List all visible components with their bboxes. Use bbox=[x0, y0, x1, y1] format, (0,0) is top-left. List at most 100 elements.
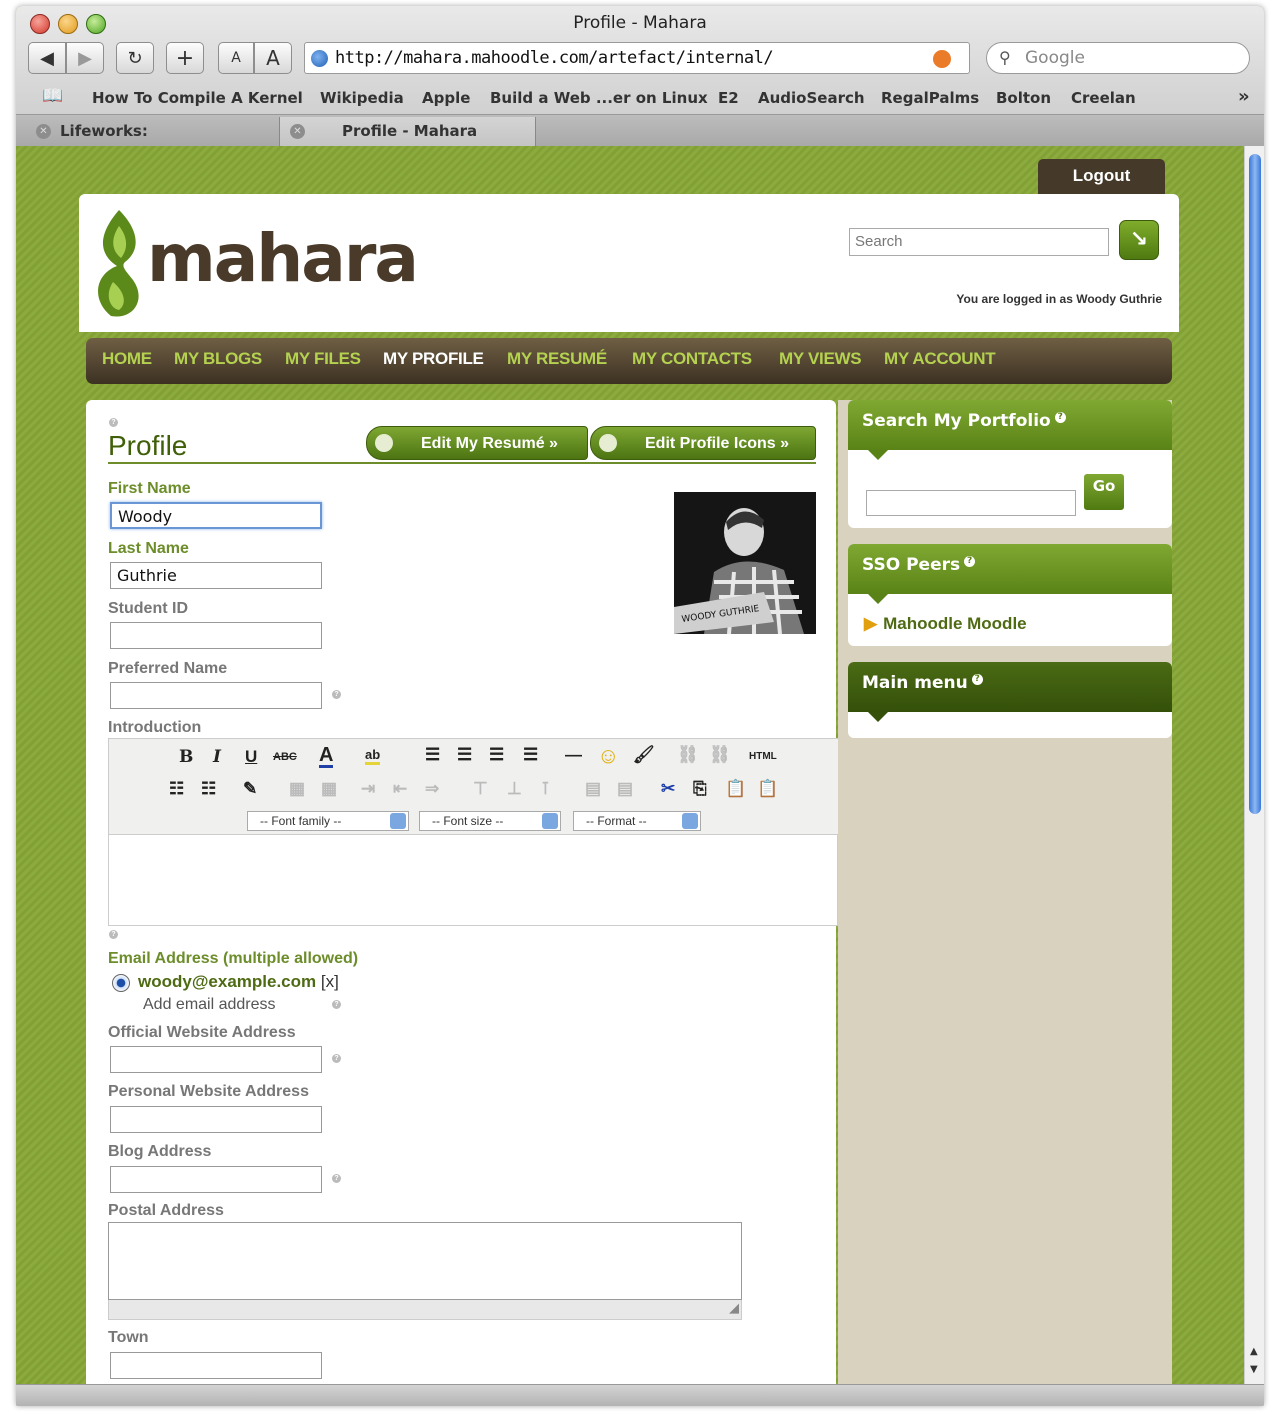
unlink-icon[interactable]: ⛓ bbox=[709, 745, 731, 765]
portfolio-search-go-button[interactable]: Go bbox=[1084, 474, 1124, 510]
textarea-resize-handle[interactable]: ◢ bbox=[108, 1300, 742, 1320]
nav-my-profile[interactable]: MY PROFILE bbox=[383, 349, 484, 369]
bookmarks-overflow-icon[interactable]: » bbox=[1238, 86, 1250, 107]
preferred-name-field[interactable] bbox=[110, 682, 322, 709]
delete-col-icon[interactable]: ⊥ bbox=[507, 779, 522, 799]
align-left-icon[interactable]: ☰ bbox=[425, 745, 440, 765]
close-tab-icon[interactable]: ✕ bbox=[36, 124, 51, 139]
emoticon-icon[interactable]: ☺ bbox=[597, 743, 619, 769]
text-smaller-button[interactable]: A bbox=[218, 42, 254, 74]
mahara-logo[interactable]: mahara bbox=[89, 208, 419, 318]
strikethrough-button[interactable]: ABC bbox=[273, 751, 297, 763]
blog-address-field[interactable] bbox=[110, 1166, 322, 1193]
logout-button[interactable]: Logout bbox=[1038, 159, 1165, 199]
format-select[interactable]: -- Format -- bbox=[573, 811, 701, 831]
highlight-color-icon[interactable]: ab bbox=[365, 747, 381, 765]
help-icon[interactable]: ? bbox=[1054, 412, 1066, 424]
scrollbar-thumb[interactable] bbox=[1249, 154, 1261, 814]
help-icon[interactable]: ? bbox=[971, 674, 983, 686]
bookmark-item[interactable]: RegalPalms bbox=[881, 89, 979, 107]
paste-word-icon[interactable]: 📋 bbox=[757, 779, 778, 799]
personal-website-field[interactable] bbox=[110, 1106, 322, 1133]
font-size-select[interactable]: -- Font size -- bbox=[419, 811, 561, 831]
table-icon[interactable]: ▦ bbox=[289, 779, 305, 799]
horizontal-rule-icon[interactable]: — bbox=[565, 745, 582, 765]
tab-lifeworks[interactable]: ✕ Lifeworks: Administratio... bbox=[16, 117, 280, 168]
reload-button[interactable]: ↻ bbox=[116, 42, 154, 74]
help-icon[interactable]: ? bbox=[332, 1054, 341, 1063]
add-bookmark-button[interactable]: + bbox=[166, 42, 204, 74]
last-name-field[interactable]: Guthrie bbox=[110, 562, 322, 589]
back-button[interactable]: ◀ bbox=[28, 42, 66, 74]
bookmark-item[interactable]: Bolton bbox=[996, 89, 1051, 107]
scroll-up-icon[interactable]: ▲ bbox=[1250, 1346, 1258, 1357]
edit-icon[interactable]: ✎ bbox=[243, 779, 257, 799]
table-insert-icon[interactable]: ▤ bbox=[585, 779, 601, 799]
html-source-button[interactable]: HTML bbox=[749, 751, 777, 762]
tab-profile-mahara[interactable]: ✕ Profile - Mahara bbox=[280, 117, 536, 147]
edit-profile-icons-button[interactable]: Edit Profile Icons » bbox=[590, 426, 816, 460]
site-search-input[interactable]: Search bbox=[849, 228, 1109, 256]
scroll-down-icon[interactable]: ▼ bbox=[1250, 1364, 1258, 1375]
edit-resume-button[interactable]: Edit My Resumé » bbox=[366, 426, 588, 460]
nav-my-account[interactable]: MY ACCOUNT bbox=[884, 349, 996, 369]
bookmark-item[interactable]: Apple bbox=[422, 89, 470, 107]
site-search-submit-button[interactable]: ↘ bbox=[1119, 220, 1159, 260]
help-icon[interactable]: ? bbox=[332, 1000, 341, 1009]
book-icon[interactable]: 📖 bbox=[42, 86, 63, 106]
close-tab-icon[interactable]: ✕ bbox=[290, 124, 305, 139]
nav-my-views[interactable]: MY VIEWS bbox=[779, 349, 862, 369]
add-email-link[interactable]: Add email address bbox=[143, 996, 276, 1014]
rss-icon[interactable] bbox=[933, 50, 951, 68]
sso-peer-item[interactable]: ▶ Mahoodle Moodle bbox=[864, 614, 1027, 634]
bookmark-item[interactable]: Wikipedia bbox=[320, 89, 404, 107]
bookmark-item[interactable]: Build a Web ...er on Linux bbox=[490, 89, 708, 107]
justify-icon[interactable]: ☰ bbox=[523, 745, 538, 765]
help-icon[interactable]: ? bbox=[109, 418, 118, 427]
vertical-scrollbar[interactable]: ▲ ▼ bbox=[1244, 146, 1264, 1384]
student-id-field[interactable] bbox=[110, 622, 322, 649]
align-center-icon[interactable]: ☰ bbox=[457, 745, 472, 765]
bold-button[interactable]: B bbox=[179, 747, 193, 767]
help-icon[interactable]: ? bbox=[964, 556, 976, 568]
table-delete-icon[interactable]: ▤ bbox=[617, 779, 633, 799]
cut-icon[interactable]: ✂ bbox=[661, 779, 675, 799]
italic-button[interactable]: I bbox=[213, 747, 221, 767]
postal-address-field[interactable] bbox=[108, 1222, 742, 1300]
help-icon[interactable]: ? bbox=[332, 690, 341, 699]
bookmark-item[interactable]: How To Compile A Kernel bbox=[92, 89, 303, 107]
link-icon[interactable]: ⛓ bbox=[677, 745, 699, 765]
portfolio-search-input[interactable] bbox=[866, 490, 1076, 516]
bookmark-item[interactable]: AudioSearch bbox=[758, 89, 865, 107]
town-field[interactable] bbox=[110, 1352, 322, 1379]
paste-icon[interactable]: 📋 bbox=[725, 779, 746, 799]
cleanup-icon[interactable]: 🖌 bbox=[633, 745, 655, 765]
forward-button[interactable]: ▶ bbox=[66, 42, 104, 74]
bullet-list-icon[interactable]: ☷ bbox=[169, 779, 184, 799]
nav-my-files[interactable]: MY FILES bbox=[285, 349, 361, 369]
nav-my-blogs[interactable]: MY BLOGS bbox=[174, 349, 262, 369]
nav-my-contacts[interactable]: MY CONTACTS bbox=[632, 349, 752, 369]
table-props-icon[interactable]: ▦ bbox=[321, 779, 337, 799]
font-family-select[interactable]: -- Font family -- bbox=[247, 811, 409, 831]
bookmark-item[interactable]: Creelan bbox=[1071, 89, 1136, 107]
bookmark-item[interactable]: E2 bbox=[718, 89, 739, 107]
remove-email-link[interactable]: [x] bbox=[321, 972, 339, 991]
help-icon[interactable]: ? bbox=[332, 1174, 341, 1183]
nav-home[interactable]: HOME bbox=[102, 349, 152, 369]
align-right-icon[interactable]: ☰ bbox=[489, 745, 504, 765]
text-color-icon[interactable]: A bbox=[319, 745, 334, 768]
nav-my-resume[interactable]: MY RESUMÉ bbox=[507, 349, 607, 369]
help-icon[interactable]: ? bbox=[109, 930, 118, 939]
web-search-field[interactable]: ⚲ Google bbox=[986, 42, 1250, 74]
official-website-field[interactable] bbox=[110, 1046, 322, 1073]
delete-row-icon[interactable]: ⇤ bbox=[393, 779, 407, 799]
primary-email-radio[interactable] bbox=[112, 974, 130, 992]
insert-row-icon[interactable]: ⇥ bbox=[361, 779, 375, 799]
text-larger-button[interactable]: A bbox=[254, 42, 292, 74]
first-name-field[interactable]: Woody bbox=[110, 502, 322, 529]
address-bar[interactable]: http://mahara.mahoodle.com/artefact/inte… bbox=[304, 42, 970, 74]
introduction-textarea[interactable] bbox=[109, 835, 837, 925]
numbered-list-icon[interactable]: ☷ bbox=[201, 779, 216, 799]
insert-col-icon[interactable]: ⊤ bbox=[473, 779, 488, 799]
